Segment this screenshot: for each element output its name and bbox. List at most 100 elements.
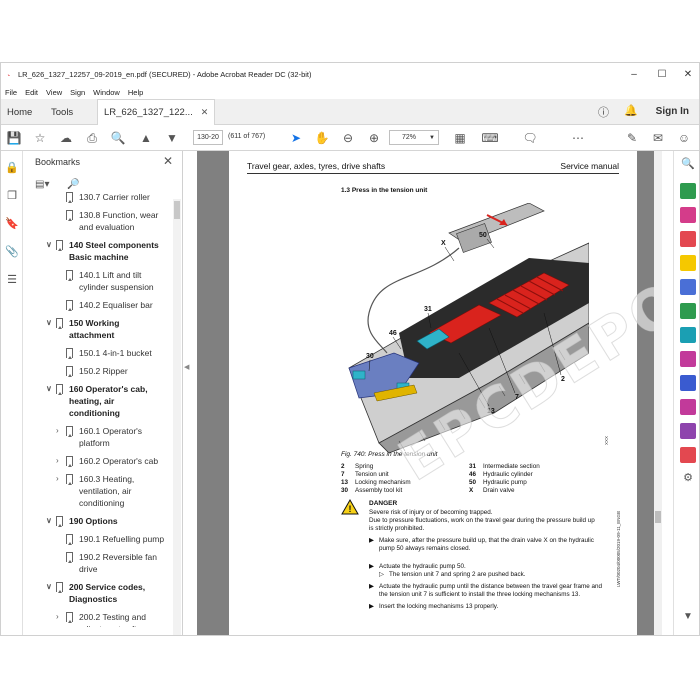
bookmark-item[interactable]: 150.1 4-in-1 bucket [66, 347, 152, 359]
scan-enhance-icon[interactable] [680, 327, 696, 343]
bookmarks-icon[interactable]: 🔖 [4, 215, 20, 231]
bookmark-item[interactable]: 190.2 Reversible fan [66, 551, 157, 563]
bookmark-item[interactable]: ∨ 140 Steel components [46, 239, 159, 251]
bookmark-item[interactable]: Diagnostics [69, 593, 117, 605]
email-icon[interactable]: ✉ [649, 129, 667, 147]
bookmark-item[interactable]: › 200.2 Testing and [56, 611, 146, 623]
zoom-in-icon[interactable]: ⊕ [365, 129, 383, 147]
close-tab-icon[interactable]: ✕ [201, 107, 209, 118]
save-icon[interactable]: 💾 [5, 129, 23, 147]
redact-icon[interactable] [680, 447, 696, 463]
document-viewport[interactable]: Travel gear, axles, tyres, drive shafts … [197, 151, 662, 635]
bookmark-options-icon[interactable]: ▤▾ [35, 179, 49, 190]
bookmark-item[interactable]: platform [79, 437, 110, 449]
bookmark-item[interactable]: 130.8 Function, wear [66, 209, 158, 221]
bookmark-item[interactable]: drive [79, 563, 97, 575]
notifications-bell-icon[interactable]: 🔔 [624, 104, 638, 117]
bookmark-item[interactable]: 150.2 Ripper [66, 365, 128, 377]
bookmark-item[interactable]: ∨ 190 Options [46, 515, 118, 527]
bookmark-item[interactable]: ∨ 200 Service codes, [46, 581, 145, 593]
more-tools-icon[interactable]: ⚙ [680, 471, 696, 487]
comment-tool-icon[interactable] [680, 255, 696, 271]
page-number-input[interactable]: 130-20 [193, 130, 223, 145]
protect-icon[interactable] [680, 375, 696, 391]
bookmark-item[interactable]: adjustment software [79, 623, 155, 627]
bookmark-item[interactable]: ∨ 150 Working [46, 317, 119, 329]
close-window-button[interactable]: ✕ [673, 63, 699, 85]
combine-files-icon[interactable] [680, 279, 696, 295]
keyboard-icon[interactable]: ⌨ [481, 129, 499, 147]
chevron-right-icon[interactable]: › [56, 473, 59, 485]
more-options-icon[interactable]: ⋯ [569, 129, 587, 147]
document-scrollbar[interactable] [654, 151, 662, 635]
layers-icon[interactable]: ☰ [4, 271, 20, 287]
chevron-down-icon[interactable]: ∨ [46, 581, 52, 593]
bookmark-item[interactable]: ∨ 160 Operator's cab, [46, 383, 148, 395]
fill-sign-icon[interactable] [680, 351, 696, 367]
chevron-down-icon[interactable]: ∨ [46, 383, 52, 395]
tab-document[interactable]: LR_626_1327_122... ✕ [97, 99, 216, 125]
find-bookmark-icon[interactable]: 🔎 [67, 179, 79, 190]
minimize-button[interactable]: – [619, 63, 649, 85]
menu-file[interactable]: File [5, 88, 17, 97]
upload-cloud-icon[interactable]: ☁ [57, 129, 75, 147]
bookmarks-scroll-thumb[interactable] [174, 201, 180, 219]
attachments-paperclip-icon[interactable]: 📎 [4, 243, 20, 259]
previous-page-icon[interactable]: ▲ [137, 129, 155, 147]
tab-home[interactable]: Home [7, 99, 32, 125]
chevron-down-icon[interactable]: ∨ [46, 239, 52, 251]
chevron-right-icon[interactable]: › [56, 611, 59, 623]
select-cursor-icon[interactable]: ➤ [287, 129, 305, 147]
bookmark-item[interactable]: Basic machine [69, 251, 129, 263]
document-scroll-thumb[interactable] [655, 511, 661, 523]
share-user-icon[interactable]: ☺ [675, 129, 693, 147]
sign-in-button[interactable]: Sign In [656, 106, 689, 117]
lock-icon[interactable]: 🔒 [4, 159, 20, 175]
page-thumbnails-icon[interactable]: ❐ [4, 187, 20, 203]
organize-pages-icon[interactable] [680, 303, 696, 319]
help-icon[interactable]: ⓘ [598, 104, 609, 120]
chevron-right-icon[interactable]: › [56, 425, 59, 437]
menu-window[interactable]: Window [93, 88, 120, 97]
certificates-icon[interactable] [680, 423, 696, 439]
comment-icon[interactable]: 🗨 [521, 129, 539, 147]
chevron-right-icon[interactable]: › [56, 455, 59, 467]
bookmark-item[interactable]: and evaluation [79, 221, 134, 233]
bookmark-item[interactable]: 140.1 Lift and tilt [66, 269, 141, 281]
menu-edit[interactable]: Edit [25, 88, 38, 97]
bookmark-item[interactable]: ventilation, air [79, 485, 131, 497]
bookmark-item[interactable]: attachment [69, 329, 114, 341]
collapse-panel-icon[interactable]: ◀ [184, 363, 189, 371]
close-panel-icon[interactable]: ✕ [163, 154, 173, 168]
edit-pdf-icon[interactable] [680, 231, 696, 247]
bookmark-item[interactable]: 140.2 Equaliser bar [66, 299, 153, 311]
create-pdf-icon[interactable] [680, 207, 696, 223]
bookmark-item[interactable]: 130.7 Carrier roller [66, 191, 150, 203]
bookmark-item[interactable]: conditioning [69, 407, 120, 419]
chevron-down-icon[interactable]: ∨ [46, 515, 52, 527]
sign-pen-icon[interactable]: ✎ [623, 129, 641, 147]
tab-tools[interactable]: Tools [51, 99, 73, 125]
menu-sign[interactable]: Sign [70, 88, 85, 97]
bookmark-item[interactable]: heating, air [69, 395, 114, 407]
export-pdf-icon[interactable] [680, 183, 696, 199]
bookmark-item[interactable]: › 160.2 Operator's cab [56, 455, 158, 467]
zoom-search-icon[interactable]: 🔍 [109, 129, 127, 147]
print-icon[interactable]: ⎙ [83, 129, 101, 147]
menu-view[interactable]: View [46, 88, 62, 97]
search-icon[interactable]: 🔍 [680, 157, 696, 173]
bookmark-item[interactable]: cylinder suspension [79, 281, 154, 293]
next-page-icon[interactable]: ▼ [163, 129, 181, 147]
expand-tools-icon[interactable]: ▼ [680, 611, 696, 627]
bookmark-star-icon[interactable]: ☆ [31, 129, 49, 147]
chevron-down-icon[interactable]: ∨ [46, 317, 52, 329]
zoom-out-icon[interactable]: ⊖ [339, 129, 357, 147]
page-display-icon[interactable]: ▦ [451, 129, 469, 147]
menu-help[interactable]: Help [128, 88, 143, 97]
bookmark-item[interactable]: conditioning [79, 497, 124, 509]
bookmark-item[interactable]: › 160.3 Heating, [56, 473, 134, 485]
hand-tool-icon[interactable]: ✋ [313, 129, 331, 147]
bookmarks-scrollbar[interactable] [173, 199, 181, 635]
bookmark-item[interactable]: 190.1 Refuelling pump [66, 533, 164, 545]
zoom-select[interactable]: 72% ▼ [389, 130, 439, 145]
